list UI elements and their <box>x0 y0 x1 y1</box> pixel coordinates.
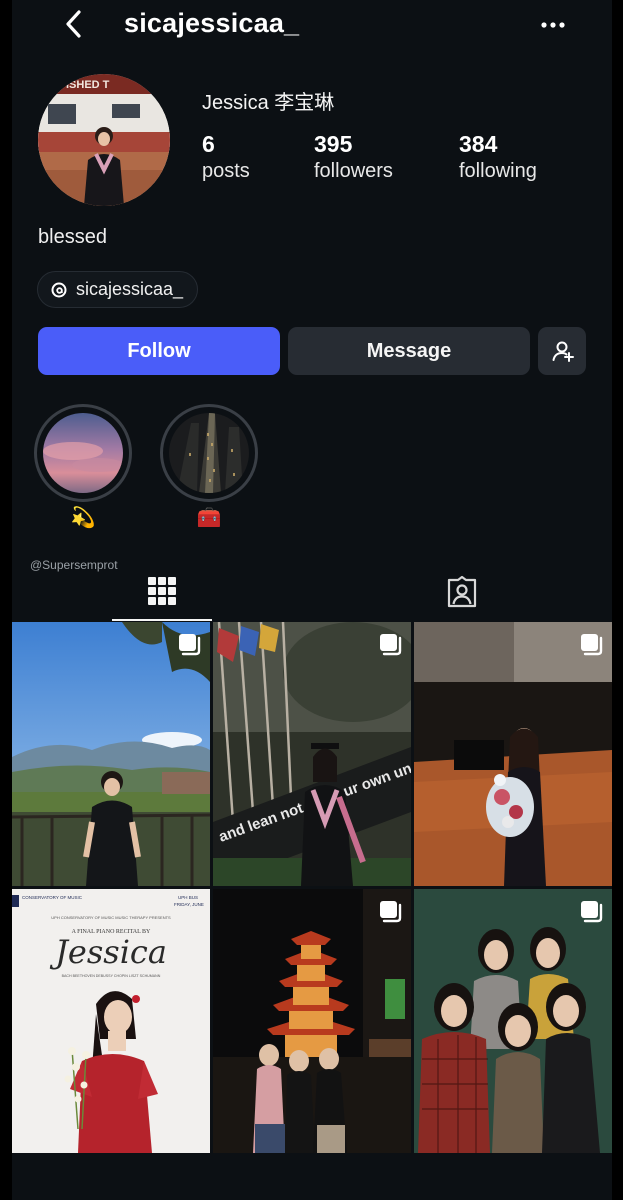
carousel-indicator <box>176 631 202 657</box>
follow-button[interactable]: Follow <box>38 327 280 375</box>
tagged-person-icon <box>447 575 477 608</box>
carousel-icon <box>581 901 603 923</box>
carousel-indicator <box>578 631 604 657</box>
poster-left-header: CONSERVATORY OF MUSIC <box>22 895 83 900</box>
watermark-text: @Supersemprot <box>30 558 118 572</box>
carousel-indicator <box>578 898 604 924</box>
story-highlight[interactable]: 🧰 <box>160 404 258 530</box>
posts-grid: and lean not on your own understanding <box>12 622 612 1153</box>
post-image-recital-poster: CONSERVATORY OF MUSIC UPH BUS FRIDAY, JU… <box>12 889 210 1153</box>
carousel-icon <box>581 634 603 656</box>
carousel-indicator <box>377 898 403 924</box>
post-thumbnail[interactable] <box>213 889 411 1153</box>
highlight-cover <box>43 413 123 493</box>
carousel-icon <box>380 901 402 923</box>
followers-label: followers <box>314 160 393 182</box>
highlight-ring <box>160 404 258 502</box>
threads-icon <box>51 282 67 297</box>
posts-stat[interactable]: 6 posts <box>202 130 250 184</box>
highlight-ring <box>34 404 132 502</box>
chevron-left-icon <box>66 10 81 38</box>
post-image-pagoda-night <box>213 889 411 1153</box>
display-name: Jessica 李宝琳 <box>202 92 335 114</box>
story-highlight[interactable]: 💫 <box>34 404 132 530</box>
poster-right-header-top: UPH BUS <box>178 895 198 900</box>
back-button[interactable] <box>56 6 92 42</box>
post-thumbnail[interactable] <box>12 622 210 886</box>
highlight-emoji: 🧰 <box>196 507 222 529</box>
post-thumbnail[interactable] <box>414 622 612 886</box>
suggested-users-button[interactable] <box>538 327 586 375</box>
post-thumbnail[interactable]: CONSERVATORY OF MUSIC UPH BUS FRIDAY, JU… <box>12 889 210 1153</box>
poster-composers: BACH BEETHOVEN DEBUSSY CHOPIN LISZT SCHU… <box>62 974 161 978</box>
post-image-mountain-view <box>12 622 210 886</box>
highlight-emoji: 💫 <box>70 507 96 529</box>
tab-posts-grid[interactable] <box>112 563 212 621</box>
highlight-cover <box>169 413 249 493</box>
profile-username: sicajessicaa_ <box>124 8 300 38</box>
threads-handle: sicajessicaa_ <box>76 279 184 299</box>
profile-screen: sicajessicaa_ ISHED T Jessica 李宝琳 6 post… <box>12 0 612 1200</box>
carousel-icon <box>179 634 201 656</box>
more-options-button[interactable] <box>536 10 570 40</box>
following-stat[interactable]: 384 following <box>459 130 537 184</box>
avatar[interactable]: ISHED T <box>38 74 170 206</box>
post-thumbnail[interactable] <box>414 889 612 1153</box>
post-thumbnail[interactable]: and lean not on your own understanding <box>213 622 411 886</box>
more-horizontal-icon <box>541 22 565 28</box>
followers-stat[interactable]: 395 followers <box>314 130 393 184</box>
sunset-sky-image <box>43 413 123 493</box>
posts-count: 6 <box>202 131 215 157</box>
avatar-sign-text: ISHED T <box>66 79 110 91</box>
posts-label: posts <box>202 160 250 182</box>
message-button[interactable]: Message <box>288 327 530 375</box>
tab-tagged[interactable] <box>412 563 512 621</box>
skyscraper-image <box>169 413 249 493</box>
avatar-photo: ISHED T <box>38 74 170 206</box>
poster-name: Jessica <box>49 933 167 971</box>
top-bar: sicajessicaa_ <box>12 0 612 52</box>
following-label: following <box>459 160 537 182</box>
grid-icon <box>148 577 176 605</box>
person-add-icon <box>552 341 574 362</box>
poster-subtitle: UPH CONSERVATORY OF MUSIC MUSIC THERAPY … <box>51 915 171 920</box>
post-image-stage-bouquet <box>414 622 612 886</box>
carousel-icon <box>380 634 402 656</box>
bio-text: blessed <box>38 226 107 248</box>
post-image-group-photo <box>414 889 612 1153</box>
carousel-indicator <box>377 631 403 657</box>
poster-right-header: FRIDAY, JUNE <box>174 902 204 907</box>
following-count: 384 <box>459 131 498 157</box>
post-image-graduation: and lean not on your own understanding <box>213 622 411 886</box>
threads-link[interactable]: sicajessicaa_ <box>37 271 199 308</box>
followers-count: 395 <box>314 131 353 157</box>
